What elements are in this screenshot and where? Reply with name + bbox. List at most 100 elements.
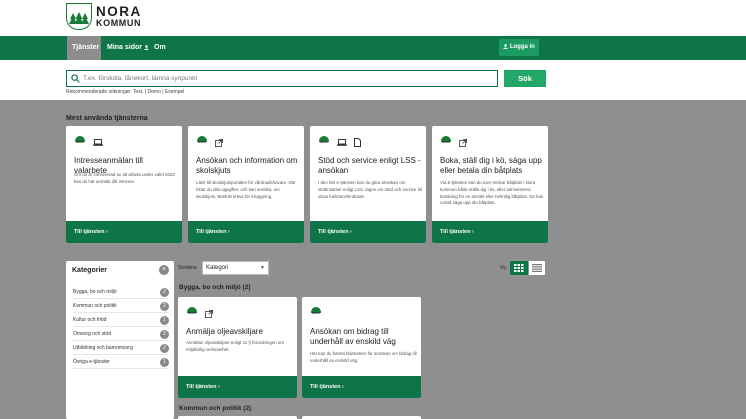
laptop-icon [337, 139, 347, 146]
group-title: Kommun och politik (2) [179, 405, 252, 412]
card-icons: NORA [186, 307, 213, 320]
nav-mina-sidor-label: Mina sidor [107, 44, 143, 51]
category-label: Utbildning och barnomsorg [73, 345, 133, 351]
service-card[interactable]: NORA Boka, ställ dig i kö, säga upp elle… [432, 126, 548, 243]
login-button[interactable]: Logga in [499, 39, 539, 56]
card-link[interactable]: Till tjänsten › [66, 221, 182, 243]
list-icon [532, 264, 542, 272]
login-label: Logga in [509, 44, 535, 50]
count-badge: 2 [160, 288, 169, 297]
nora-logo-icon: NORA [318, 136, 330, 149]
card-description: Anmälan oljeavskiljare enligt 11 § föror… [186, 340, 285, 352]
nav-tjanster[interactable]: Tjänster [67, 36, 101, 60]
card-title: Stöd och service enligt LSS - ansökan [318, 156, 421, 176]
service-card[interactable]: NORA Ansökan om bidrag till underhåll av… [302, 297, 421, 398]
search-button[interactable]: Sök [504, 70, 546, 87]
nav-mina-sidor[interactable]: Mina sidor [102, 36, 154, 60]
card-link-label: Till tjänsten [74, 229, 105, 235]
nora-logo-icon: NORA [186, 307, 198, 320]
nora-logo-icon: NORA [196, 136, 208, 149]
search-section: T.ex. förskola, lånekort, lämna synpunkt… [0, 60, 746, 100]
service-card[interactable]: NORA Stöd och service enligt LSS - ansök… [310, 126, 426, 243]
card-link-label: Till tjänsten [196, 229, 227, 235]
card-title: Anmälja oljeavskiljare [186, 327, 263, 336]
category-item[interactable]: Kommun och politik 2 [73, 300, 169, 313]
grid-icon [514, 264, 524, 272]
site-header: NORA KOMMUN [0, 0, 746, 36]
crest-icon [66, 3, 92, 30]
category-label: Bygga, bo och miljö [73, 289, 117, 295]
logo-line-1: NORA [96, 3, 142, 19]
card-title: Boka, ställ dig i kö, säga upp eller bet… [440, 156, 542, 176]
logo-text: NORA KOMMUN [96, 5, 142, 29]
categories-title: Kategorier [72, 267, 108, 274]
card-icons: NORA [196, 136, 223, 149]
chevron-right-icon: › [350, 229, 352, 235]
card-title: Ansökan om bidrag till underhåll av ensk… [310, 327, 396, 347]
count-badge: 1 [160, 316, 169, 325]
grid-view-button[interactable] [510, 261, 528, 275]
card-title: Ansökan och information om skolskjuts [196, 156, 298, 176]
main-nav: Tjänster Mina sidor Om Logga in [0, 36, 746, 60]
card-icons: NORA [310, 307, 322, 320]
external-link-icon [459, 138, 467, 147]
card-description: Här kan du hämta blanketten för ansökan … [310, 351, 417, 363]
search-icon [71, 74, 80, 83]
recommended-searches[interactable]: Rekommenderade sökningar: Test, | Demo |… [66, 89, 184, 95]
chevron-right-icon: › [218, 384, 220, 390]
nav-om[interactable]: Om [149, 36, 171, 60]
card-description: Via E-tjänsten kan du som önskar båtplat… [440, 180, 544, 206]
laptop-icon [93, 139, 103, 146]
document-icon [354, 138, 361, 147]
group-title: Bygga, bo och miljö (2) [179, 284, 251, 291]
categories-panel: Kategorier × Bygga, bo och miljö 2 Kommun… [66, 261, 174, 419]
service-card[interactable]: NORA Intresseanmälan till valarbete Om d… [66, 126, 182, 243]
category-item[interactable]: Bygga, bo och miljö 2 [73, 286, 169, 299]
category-item[interactable]: Omsorg och stöd 2 [73, 328, 169, 341]
logo-line-2: KOMMUN [96, 18, 142, 29]
chevron-right-icon: › [228, 229, 230, 235]
card-link-label: Till tjänsten [318, 229, 349, 235]
card-link-label: Till tjänsten [186, 384, 217, 390]
card-description: Länk till skolskjutsportalen för vårdnad… [196, 180, 296, 199]
nora-logo-icon: NORA [310, 307, 322, 320]
nora-logo-icon: NORA [440, 136, 452, 149]
card-description: I den här e-tjänsten kan du göra ansökan… [318, 180, 422, 199]
category-item[interactable]: Utbildning och barnomsorg 2 [73, 342, 169, 355]
count-badge: 2 [160, 302, 169, 311]
user-icon [503, 43, 509, 49]
card-icons: NORA [318, 136, 361, 149]
category-label: Övriga e-tjänster [73, 359, 110, 365]
search-input[interactable]: T.ex. förskola, lånekort, lämna synpunkt [66, 70, 498, 87]
card-icons: NORA [74, 136, 103, 149]
card-description: Om du är intresserad av att arbeta under… [74, 172, 175, 184]
count-badge: 2 [160, 330, 169, 339]
sort-select[interactable]: Kategori ▼ [202, 261, 269, 275]
service-card[interactable]: NORA Anmälja oljeavskiljare Anmälan olje… [178, 297, 297, 398]
chevron-right-icon: › [342, 384, 344, 390]
card-link[interactable]: Till tjänsten › [178, 376, 297, 398]
view-label: Vy: [500, 265, 508, 271]
count-badge: 2 [160, 344, 169, 353]
category-label: Omsorg och stöd [73, 331, 112, 337]
chevron-right-icon: › [472, 229, 474, 235]
card-link[interactable]: Till tjänsten › [310, 221, 426, 243]
category-item[interactable]: Kultur och fritid 1 [73, 314, 169, 327]
nora-logo-icon: NORA [74, 136, 86, 149]
category-item[interactable]: Övriga e-tjänster 1 [73, 356, 169, 369]
search-placeholder: T.ex. förskola, lånekort, lämna synpunkt [83, 75, 198, 82]
external-link-icon [205, 309, 213, 318]
card-link[interactable]: Till tjänsten › [302, 376, 421, 398]
card-icons: NORA [440, 136, 467, 149]
count-badge: 1 [160, 358, 169, 367]
service-card[interactable]: NORA Ansökan och information om skolskju… [188, 126, 304, 243]
list-view-button[interactable] [529, 261, 545, 275]
card-link-label: Till tjänsten [310, 384, 341, 390]
external-link-icon [215, 138, 223, 147]
category-label: Kommun och politik [73, 303, 117, 309]
close-icon[interactable]: × [159, 265, 169, 275]
chevron-down-icon: ▼ [260, 265, 265, 271]
nora-kommun-logo[interactable]: NORA KOMMUN [66, 3, 142, 30]
card-link[interactable]: Till tjänsten › [188, 221, 304, 243]
card-link[interactable]: Till tjänsten › [432, 221, 548, 243]
